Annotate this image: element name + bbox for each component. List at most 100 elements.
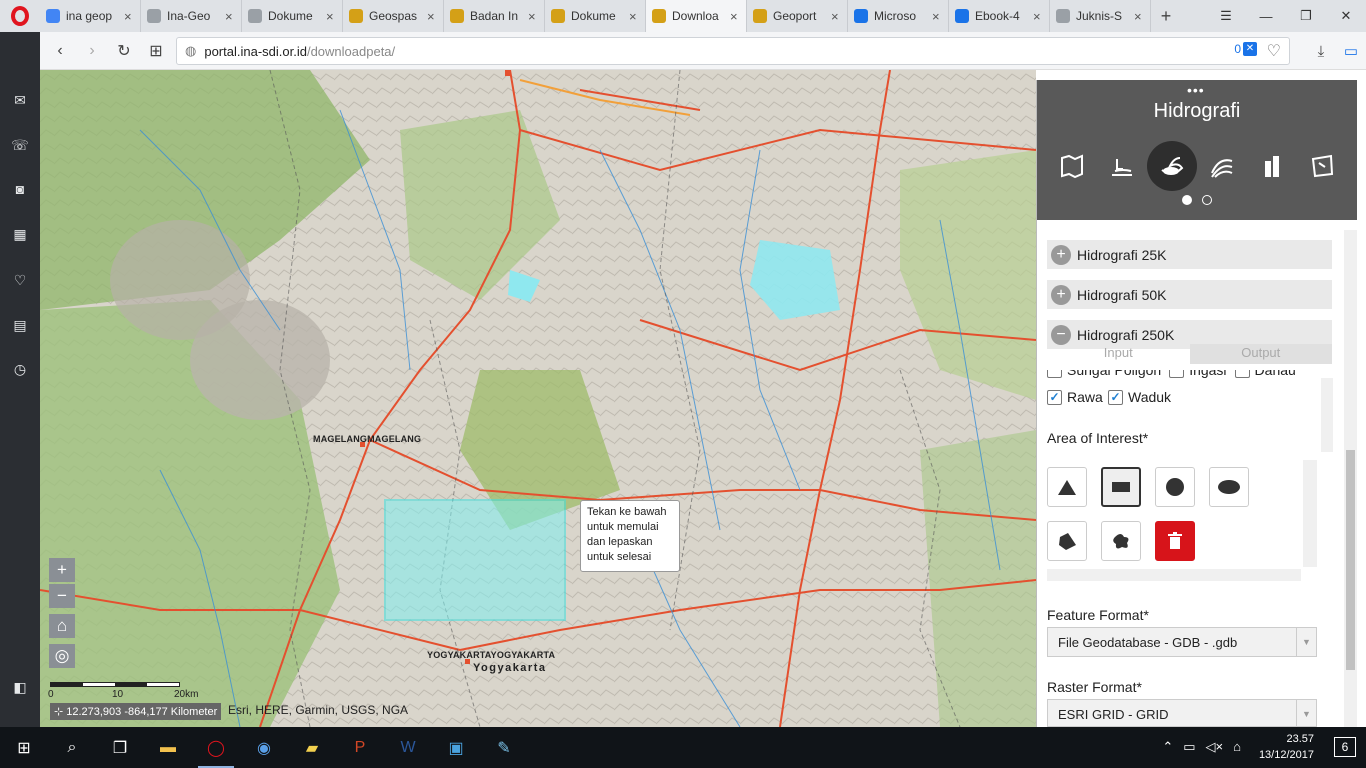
browser-tab[interactable]: ina geop × — [40, 0, 141, 32]
tab-close-icon[interactable]: × — [528, 9, 538, 24]
category-boundary-icon[interactable] — [1052, 146, 1092, 186]
category-page-dot-2[interactable] — [1202, 195, 1212, 205]
file-explorer-icon[interactable]: ▬ — [144, 727, 192, 768]
tab-close-icon[interactable]: × — [1033, 9, 1043, 24]
browser-tab[interactable]: Downloa × — [646, 0, 747, 32]
checkbox-rawa[interactable]: ✓ Rawa — [1047, 389, 1103, 405]
browser-tab[interactable]: Geoport × — [747, 0, 848, 32]
minimize-button[interactable]: — — [1246, 0, 1286, 32]
start-button[interactable]: ⊞ — [0, 727, 48, 768]
category-page-dot-1[interactable] — [1182, 195, 1192, 205]
tray-chevron-icon[interactable]: ⌃ — [1162, 739, 1173, 755]
search-icon[interactable]: ⌕ — [48, 727, 96, 768]
battery-icon[interactable]: ▭ — [1183, 739, 1195, 755]
browser-tab[interactable]: Geospas × — [343, 0, 444, 32]
sidebar-toggle-icon[interactable]: ◧ — [10, 677, 30, 697]
word-icon[interactable]: W — [384, 727, 432, 768]
back-button[interactable]: ‹ — [44, 32, 76, 70]
tab-output[interactable]: Output — [1189, 344, 1332, 364]
panel-scroll-thumb[interactable] — [1346, 450, 1355, 670]
tab-input[interactable]: Input — [1047, 344, 1190, 364]
powerpoint-icon[interactable]: P — [336, 727, 384, 768]
tab-close-icon[interactable]: × — [124, 9, 134, 24]
adblock-badge[interactable]: 0 ✕ — [1234, 42, 1257, 56]
draw-freehand-button[interactable] — [1101, 521, 1141, 561]
map-canvas[interactable]: MAGELANGMAGELANG YOGYAKARTAYOGYAKARTA Yo… — [40, 70, 1036, 727]
browser-tab[interactable]: Badan In × — [444, 0, 545, 32]
tab-close-icon[interactable]: × — [326, 9, 336, 24]
zoom-out-button[interactable]: − — [49, 584, 75, 608]
action-center-button[interactable]: 6 — [1334, 737, 1356, 757]
new-tab-button[interactable]: + — [1151, 0, 1181, 32]
aoi-vertical-scrollbar[interactable] — [1303, 460, 1317, 567]
messenger-icon[interactable]: ✉ — [10, 90, 30, 110]
category-hydrography-icon[interactable] — [1147, 141, 1197, 191]
camera-icon[interactable]: ◙ — [10, 179, 30, 199]
tab-close-icon[interactable]: × — [831, 9, 841, 24]
draw-polygon-button[interactable] — [1047, 521, 1087, 561]
checkbox-waduk[interactable]: ✓ Waduk — [1108, 389, 1171, 405]
photos-icon[interactable]: ▣ — [432, 727, 480, 768]
forward-button[interactable]: › — [76, 32, 108, 70]
taskbar-clock[interactable]: 23.57 13/12/2017 — [1259, 731, 1314, 763]
tab-close-icon[interactable]: × — [225, 9, 235, 24]
tabs-grid-button[interactable]: ⊞ — [140, 32, 172, 70]
opera-logo[interactable] — [0, 0, 40, 32]
category-coastline-icon[interactable] — [1102, 146, 1142, 186]
accordion-hidrografi-50k[interactable]: + Hidrografi 50K — [1047, 280, 1332, 309]
browser-tab[interactable]: Dokume × — [545, 0, 646, 32]
battery-saver-icon[interactable]: ▭ — [1336, 32, 1366, 70]
browser-tab[interactable]: Dokume × — [242, 0, 343, 32]
panel-drag-handle[interactable]: ••• — [1187, 82, 1205, 98]
aoi-horizontal-scrollbar[interactable] — [1047, 569, 1301, 581]
tab-close-icon[interactable]: × — [1134, 9, 1144, 24]
draw-rectangle-button[interactable] — [1101, 467, 1141, 507]
panel-scrollbar[interactable] — [1344, 230, 1357, 727]
news-icon[interactable]: ▤ — [10, 315, 30, 335]
browser-tab[interactable]: Ebook-4 × — [949, 0, 1050, 32]
locate-button[interactable]: ◎ — [49, 644, 75, 668]
triangle-icon — [1058, 480, 1076, 495]
url-field[interactable]: ◍ portal.ina-sdi.or.id/downloadpeta/ 0 ✕ … — [176, 37, 1290, 65]
zoom-in-button[interactable]: + — [49, 558, 75, 582]
draw-circle-button[interactable] — [1155, 467, 1195, 507]
sticky-notes-icon[interactable]: ▰ — [288, 727, 336, 768]
browser-tab[interactable]: Microso × — [848, 0, 949, 32]
inner-scrollbar[interactable] — [1321, 378, 1333, 452]
restore-button[interactable]: ❐ — [1286, 0, 1326, 32]
clear-drawing-button[interactable] — [1155, 521, 1195, 561]
category-landcover-icon[interactable] — [1302, 146, 1342, 186]
browser-tab[interactable]: Juknis-S × — [1050, 0, 1151, 32]
bookmark-heart-icon[interactable]: ♡ — [1267, 41, 1281, 61]
browser-tab[interactable]: Ina-Geo × — [141, 0, 242, 32]
raster-format-select[interactable]: ESRI GRID - GRID ▼ — [1047, 699, 1317, 727]
draw-triangle-button[interactable] — [1047, 467, 1087, 507]
speed-dial-icon[interactable]: ▦ — [10, 224, 30, 244]
magnifier-app-icon[interactable]: ◉ — [240, 727, 288, 768]
reload-button[interactable]: ↻ — [108, 32, 140, 70]
bookmarks-heart-icon[interactable]: ♡ — [10, 270, 30, 290]
tab-menu-icon[interactable]: ☰ — [1206, 0, 1246, 32]
close-window-button[interactable]: ✕ — [1326, 0, 1366, 32]
history-clock-icon[interactable]: ◷ — [10, 359, 30, 379]
checkbox-irigasi[interactable]: Irigasi — [1169, 370, 1227, 378]
tab-close-icon[interactable]: × — [427, 9, 437, 24]
feature-format-select[interactable]: File Geodatabase - GDB - .gdb ▼ — [1047, 627, 1317, 657]
category-hypsography-icon[interactable] — [1202, 146, 1242, 186]
home-button[interactable]: ⌂ — [49, 614, 75, 638]
network-icon[interactable]: ⌂ — [1233, 739, 1241, 755]
checkbox-sungai-poligon[interactable]: Sungai Poligon — [1047, 370, 1161, 378]
download-icon[interactable]: ⤓ — [1306, 32, 1336, 70]
draw-ellipse-button[interactable] — [1209, 467, 1249, 507]
tab-close-icon[interactable]: × — [730, 9, 740, 24]
task-view-icon[interactable]: ❐ — [96, 727, 144, 768]
tab-close-icon[interactable]: × — [629, 9, 639, 24]
whatsapp-icon[interactable]: ☏ — [10, 135, 30, 155]
paint-icon[interactable]: ✎ — [480, 727, 528, 768]
accordion-hidrografi-25k[interactable]: + Hidrografi 25K — [1047, 240, 1332, 269]
volume-muted-icon[interactable]: ◁× — [1206, 739, 1224, 755]
tab-close-icon[interactable]: × — [932, 9, 942, 24]
checkbox-danau[interactable]: Danau — [1234, 370, 1296, 378]
opera-taskbar-icon[interactable]: ◯ — [192, 727, 240, 768]
category-buildings-icon[interactable] — [1252, 146, 1292, 186]
